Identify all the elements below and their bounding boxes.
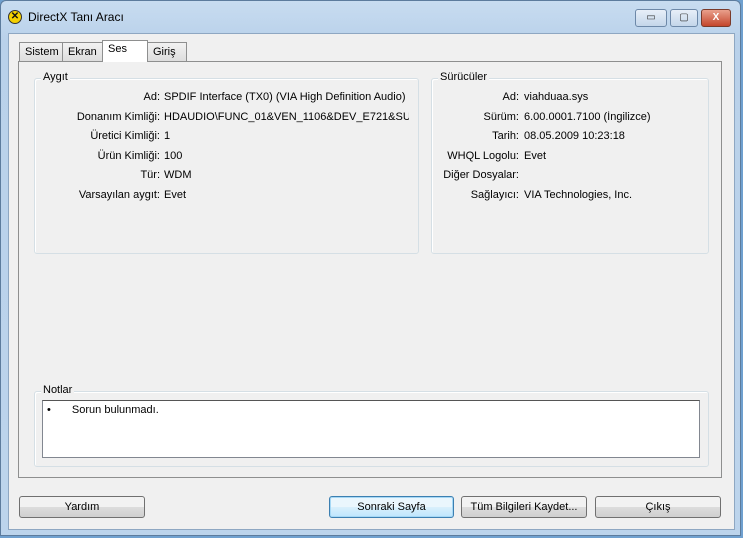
drivers-label: WHQL Logolu: (447, 149, 519, 162)
next-page-button[interactable]: Sonraki Sayfa (329, 496, 454, 518)
drivers-label: Tarih: (492, 130, 519, 143)
drivers-value: Evet (524, 149, 547, 162)
bullet: • (47, 404, 51, 416)
tab-giris[interactable]: Giriş (147, 42, 187, 62)
drivers-label: Diğer Dosyalar: (443, 169, 519, 182)
tab-ses[interactable]: Ses (102, 40, 148, 62)
device-label: Donanım Kimliği: (76, 110, 160, 123)
maximize-button[interactable]: ▢ (670, 9, 698, 27)
drivers-value: VIA Technologies, Inc. (524, 189, 633, 201)
device-value: WDM (164, 169, 192, 182)
exit-button[interactable]: Çıkış (595, 496, 721, 518)
drivers-value: 6.00.0001.7100 (İngilizce) (524, 110, 651, 123)
device-value: Evet (164, 189, 187, 201)
drivers-label: Ad: (502, 91, 519, 103)
device-legend: Aygıt (41, 71, 70, 83)
drivers-value: 08.05.2009 10:23:18 (524, 130, 625, 143)
save-all-button[interactable]: Tüm Bilgileri Kaydet... (461, 496, 587, 518)
note-item: Sorun bulunmadı. (71, 404, 159, 416)
device-label: Ürün Kimliği: (97, 149, 160, 162)
device-label: Ad: (143, 91, 160, 103)
tab-ekran[interactable]: Ekran (62, 42, 103, 62)
drivers-label: Sürüm: (483, 110, 519, 123)
notes-legend: Notlar (41, 384, 75, 396)
device-value: 1 (164, 130, 171, 143)
notes-box[interactable]: • Sorun bulunmadı. (42, 400, 700, 458)
device-label: Tür: (140, 169, 160, 182)
drivers-label: Sağlayıcı: (470, 189, 519, 201)
device-label: Varsayılan aygıt: (78, 189, 160, 201)
help-button[interactable]: Yardım (19, 496, 145, 518)
drivers-value: viahduaa.sys (524, 91, 589, 103)
close-button[interactable]: X (701, 9, 731, 27)
device-value: 100 (164, 149, 183, 162)
tab-sistem[interactable]: Sistem (19, 42, 63, 62)
directx-icon: ✕ (8, 10, 22, 24)
device-label: Üretici Kimliği: (90, 130, 160, 143)
window-title: DirectX Tanı Aracı (28, 10, 124, 24)
drivers-legend: Sürücüler (438, 71, 490, 83)
minimize-button[interactable]: ▭ (635, 9, 667, 27)
